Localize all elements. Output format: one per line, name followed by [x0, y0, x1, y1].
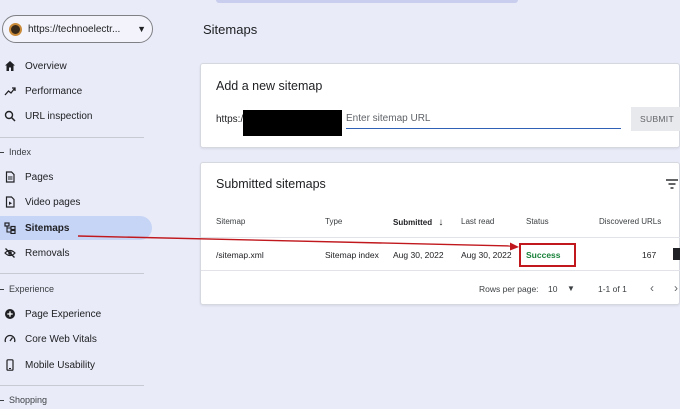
sidebar-item-overview[interactable]: Overview [0, 54, 152, 78]
card-title: Submitted sitemaps [216, 177, 326, 191]
submitted-sitemaps-card: Submitted sitemaps Sitemap Type Submitte… [200, 162, 680, 305]
section-label-text: Shopping [9, 395, 48, 405]
cell-last-read: Aug 30, 2022 [461, 250, 512, 260]
sidebar-item-page-experience[interactable]: Page Experience [0, 302, 152, 326]
collapse-dash-icon [0, 288, 4, 290]
pagination-range: 1-1 of 1 [598, 284, 627, 294]
column-header-status[interactable]: Status [526, 217, 549, 226]
sitemap-url-input[interactable] [346, 109, 621, 129]
rows-per-page-select[interactable]: 10 [548, 284, 557, 294]
site-logo-icon [9, 22, 22, 36]
top-bar-edge [216, 0, 518, 3]
sidebar-item-video-pages[interactable]: Video pages [0, 190, 152, 214]
sidebar-item-label: Overview [25, 60, 67, 72]
card-title: Add a new sitemap [216, 79, 323, 93]
sidebar-item-label: Page Experience [25, 308, 102, 320]
caret-down-icon[interactable]: ▼ [567, 284, 575, 293]
sidebar-item-label: Pages [25, 171, 54, 183]
cell-submitted: Aug 30, 2022 [393, 250, 444, 260]
section-label-text: Experience [9, 284, 55, 294]
table-divider [201, 270, 680, 271]
property-url: https://technoelectr... [28, 23, 121, 35]
sidebar-item-label: Video pages [25, 196, 81, 208]
cell-sitemap[interactable]: /sitemap.xml [216, 250, 264, 260]
speed-gauge-icon [3, 332, 17, 346]
rows-per-page-label: Rows per page: [479, 284, 539, 294]
section-label-index[interactable]: Index [0, 147, 31, 157]
sidebar-item-mobile-usability[interactable]: Mobile Usability [0, 353, 152, 377]
collapse-dash-icon [0, 399, 4, 401]
column-header-discovered-urls[interactable]: Discovered URLs [599, 217, 661, 226]
sidebar-item-label: Core Web Vitals [25, 333, 97, 345]
column-header-submitted[interactable]: Submitted ↓ [393, 217, 443, 228]
section-label-experience[interactable]: Experience [0, 284, 54, 294]
sidebar-item-core-web-vitals[interactable]: Core Web Vitals [0, 327, 152, 351]
column-header-sitemap[interactable]: Sitemap [216, 217, 245, 226]
sidebar-divider [0, 137, 144, 138]
sidebar-divider [0, 385, 144, 386]
cell-discovered-urls: 167 [642, 250, 657, 260]
sidebar-item-label: Performance [25, 85, 83, 97]
sidebar: https://technoelectr... ▼ Overview Perfo… [0, 0, 196, 409]
next-page-icon[interactable]: › [674, 281, 678, 295]
visibility-off-icon [3, 246, 17, 260]
section-label-text: Index [9, 147, 32, 157]
sidebar-item-label: Mobile Usability [25, 359, 96, 371]
cell-type: Sitemap index [325, 250, 379, 260]
section-label-shopping[interactable]: Shopping [0, 395, 47, 405]
redaction-block [243, 110, 342, 136]
url-prefix: https:/ [216, 114, 244, 125]
open-report-icon[interactable] [673, 248, 680, 260]
column-header-label: Submitted [393, 218, 433, 227]
submit-button[interactable]: SUBMIT [631, 107, 680, 131]
column-header-type[interactable]: Type [325, 217, 342, 226]
sort-arrow-down-icon: ↓ [438, 217, 444, 228]
smartphone-icon [3, 358, 17, 372]
property-selector[interactable]: https://technoelectr... ▼ [2, 15, 153, 43]
filter-icon[interactable] [665, 178, 679, 190]
sidebar-item-sitemaps[interactable]: Sitemaps [0, 216, 152, 240]
annotation-highlight-box [519, 243, 576, 267]
video-page-icon [3, 195, 17, 209]
page-title: Sitemaps [203, 22, 258, 37]
table-divider [201, 237, 680, 238]
sidebar-item-url-inspection[interactable]: URL inspection [0, 104, 152, 128]
sidebar-item-label: URL inspection [25, 110, 93, 122]
sidebar-item-performance[interactable]: Performance [0, 79, 152, 103]
add-circle-icon [3, 307, 17, 321]
home-icon [3, 59, 17, 73]
sitemap-icon [3, 221, 17, 235]
sidebar-item-label: Removals [25, 247, 70, 259]
document-icon [3, 170, 17, 184]
chevron-down-icon: ▼ [137, 24, 146, 34]
sidebar-item-label: Sitemaps [25, 222, 70, 234]
previous-page-icon[interactable]: ‹ [650, 281, 654, 295]
sidebar-item-pages[interactable]: Pages [0, 165, 152, 189]
column-header-last-read[interactable]: Last read [461, 217, 494, 226]
sidebar-item-removals[interactable]: Removals [0, 241, 152, 265]
sidebar-divider [0, 273, 144, 274]
collapse-dash-icon [0, 151, 4, 153]
search-icon [3, 109, 17, 123]
trending-up-icon [3, 84, 17, 98]
